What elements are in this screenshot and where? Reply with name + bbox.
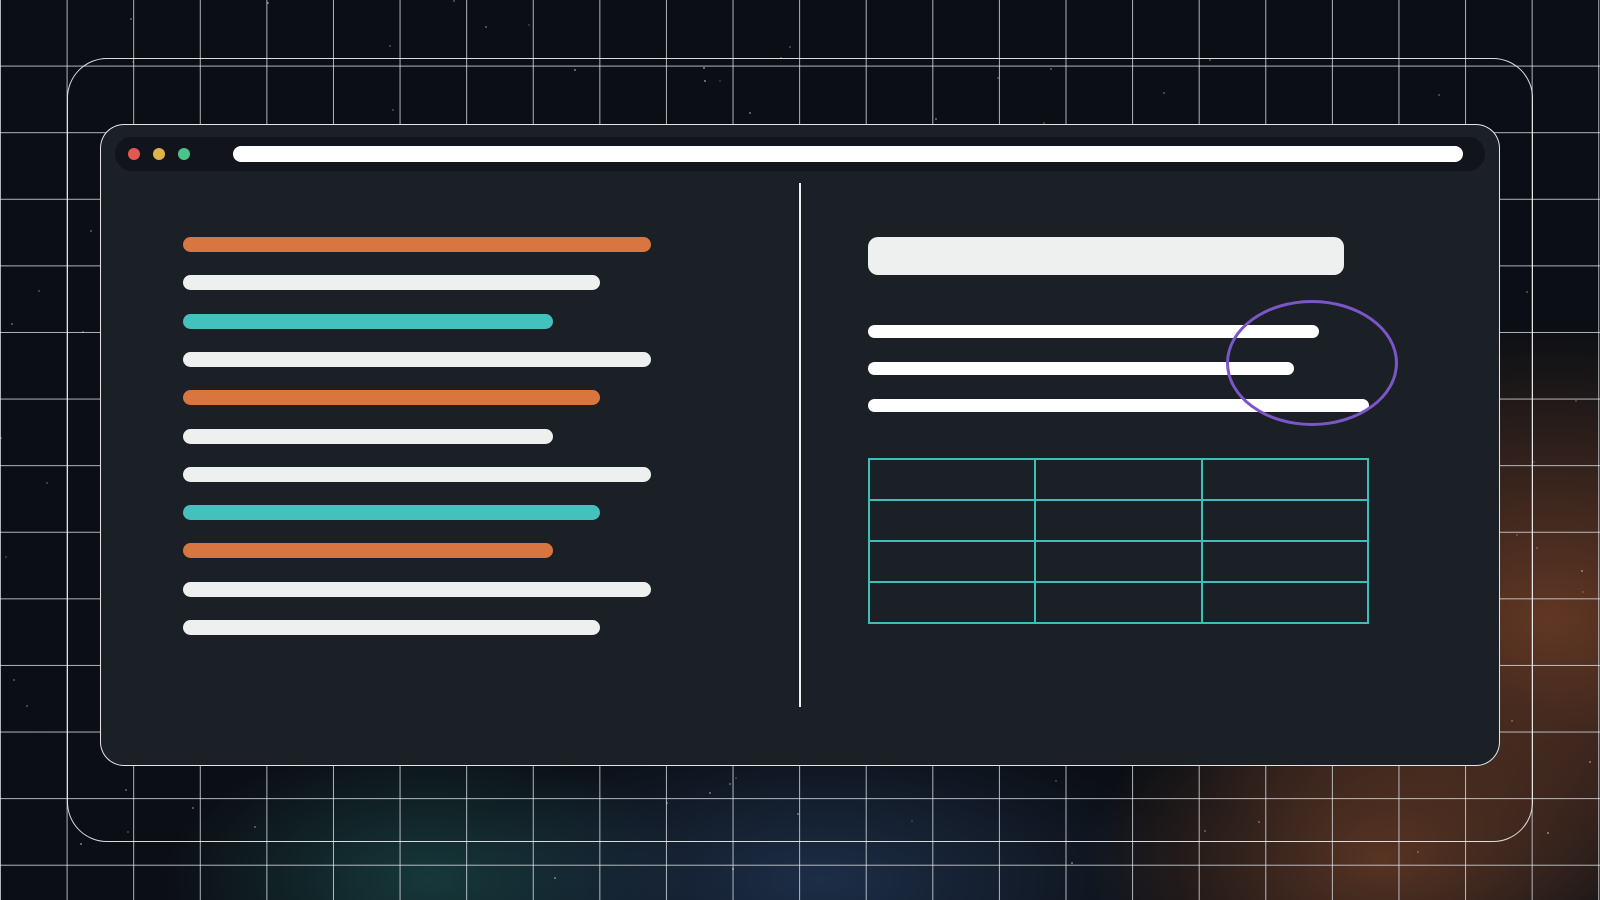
table-cell <box>867 499 1037 542</box>
star <box>732 868 734 870</box>
table-cell <box>1034 499 1203 542</box>
star <box>11 323 13 325</box>
table-row <box>867 499 1370 542</box>
code-line <box>183 505 600 521</box>
star <box>13 679 15 681</box>
star <box>1589 761 1591 763</box>
close-dot-icon[interactable] <box>128 148 140 160</box>
table-cell <box>1034 581 1203 624</box>
star <box>26 705 28 707</box>
table-cell <box>867 458 1037 501</box>
star <box>1536 547 1538 549</box>
table-row <box>867 540 1370 583</box>
pane-divider[interactable] <box>799 183 801 707</box>
code-line <box>183 466 651 482</box>
star <box>0 437 2 439</box>
highlight-circle-annotation <box>1226 300 1398 426</box>
star <box>1581 570 1583 572</box>
table-row <box>867 581 1370 624</box>
star <box>1547 832 1549 834</box>
star <box>1575 400 1577 402</box>
star <box>1417 851 1419 853</box>
star <box>485 26 487 28</box>
address-bar[interactable] <box>233 146 1463 162</box>
star <box>130 18 132 20</box>
preview-table <box>867 458 1370 624</box>
table-cell <box>1034 540 1203 583</box>
code-line <box>183 351 651 367</box>
code-line <box>183 543 553 559</box>
star <box>80 843 82 845</box>
star <box>1582 591 1584 593</box>
code-line <box>183 237 651 252</box>
table-cell <box>867 581 1037 624</box>
star <box>38 290 40 292</box>
star <box>1533 461 1535 463</box>
window-titlebar <box>115 137 1485 171</box>
code-line <box>183 275 600 291</box>
code-line <box>183 581 651 597</box>
code-line <box>183 313 553 329</box>
star <box>389 45 391 47</box>
code-line <box>183 620 600 635</box>
star <box>1071 862 1073 864</box>
table-cell <box>1200 540 1370 583</box>
star <box>267 2 269 4</box>
code-line <box>183 390 600 406</box>
maximize-dot-icon[interactable] <box>178 148 190 160</box>
star <box>453 0 455 2</box>
table-cell <box>1200 499 1370 542</box>
preview-heading-placeholder <box>868 237 1344 275</box>
table-cell <box>1200 458 1370 501</box>
browser-window <box>100 124 1500 766</box>
star <box>5 556 7 558</box>
minimize-dot-icon[interactable] <box>153 148 165 160</box>
table-row <box>867 458 1370 501</box>
star <box>789 46 791 48</box>
star <box>46 482 48 484</box>
table-cell <box>867 540 1037 583</box>
table-cell <box>1200 581 1370 624</box>
table-cell <box>1034 458 1203 501</box>
star <box>528 24 530 26</box>
star <box>554 877 556 879</box>
code-line <box>183 428 553 444</box>
